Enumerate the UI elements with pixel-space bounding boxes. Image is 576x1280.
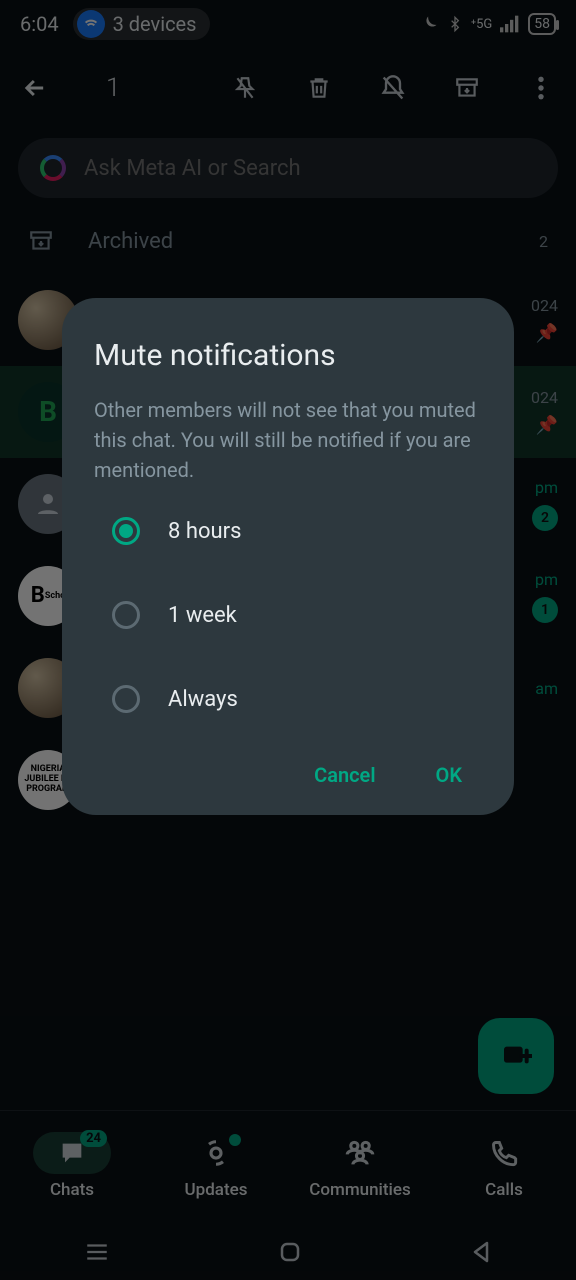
- radio-icon: [112, 685, 140, 713]
- radio-icon: [112, 601, 140, 629]
- dialog-body: Other members will not see that you mute…: [94, 395, 482, 485]
- mute-dialog: Mute notifications Other members will no…: [62, 298, 514, 815]
- radio-option-8hours[interactable]: 8 hours: [112, 517, 482, 545]
- radio-icon: [112, 517, 140, 545]
- radio-option-1week[interactable]: 1 week: [112, 601, 482, 629]
- dialog-title: Mute notifications: [94, 338, 482, 373]
- cancel-button[interactable]: Cancel: [314, 763, 375, 787]
- radio-option-always[interactable]: Always: [112, 685, 482, 713]
- ok-button[interactable]: OK: [436, 763, 462, 787]
